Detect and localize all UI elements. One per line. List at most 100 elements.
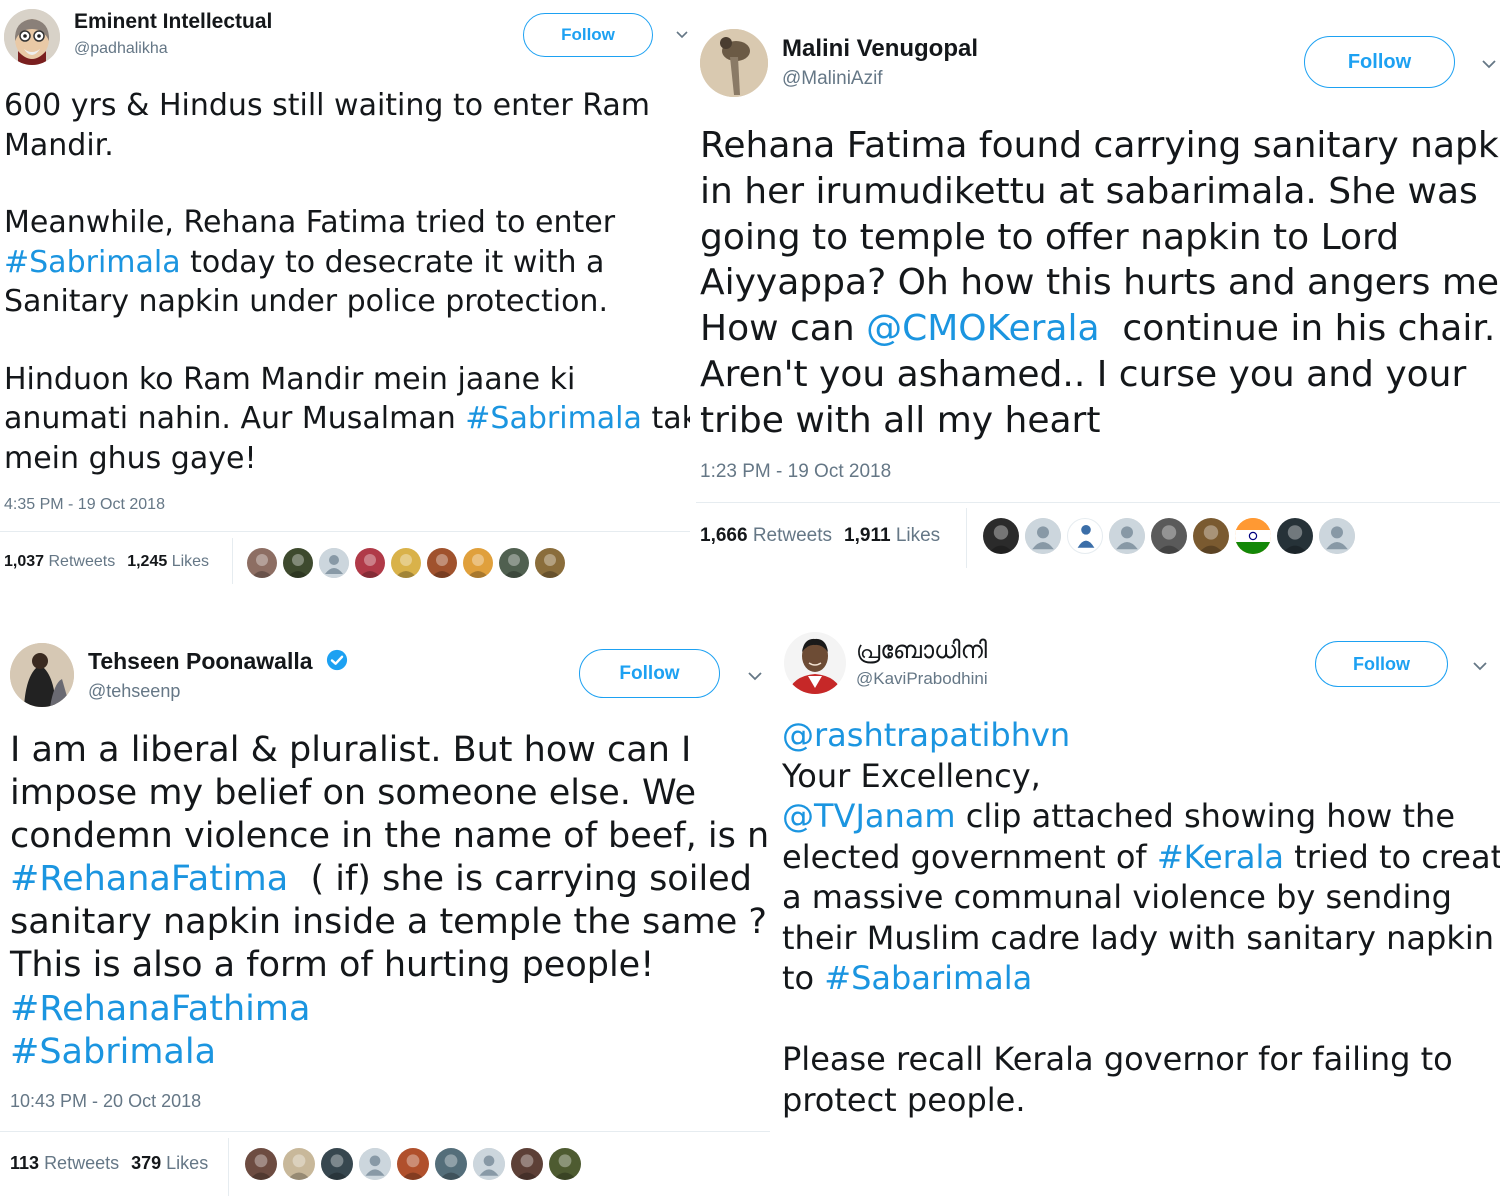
timestamp[interactable]: 1:23 PM - 19 Oct 2018	[700, 461, 891, 483]
text-line: Please recall Kerala governor for failin…	[782, 1039, 1500, 1080]
liker-avatar[interactable]	[321, 1148, 353, 1180]
liker-avatar[interactable]	[1067, 518, 1103, 554]
text-segment: impose my belief on someone else. We	[10, 773, 697, 814]
text-segment: sanitary napkin inside a temple the same…	[10, 902, 767, 943]
likes-label[interactable]: Likes	[896, 525, 940, 547]
avatar[interactable]	[784, 632, 846, 694]
liker-avatar[interactable]	[1277, 518, 1313, 554]
liker-avatar[interactable]	[1193, 518, 1229, 554]
verified-badge-icon[interactable]	[326, 649, 348, 671]
tweet-card-tehseen-poonawalla: Tehseen Poonawalla @tehseenp Follow I am…	[0, 610, 770, 1200]
liker-avatar[interactable]	[391, 548, 421, 578]
liker-avatar[interactable]	[283, 548, 313, 578]
hashtag-link[interactable]: #Sabrimala	[10, 1032, 216, 1072]
timestamp[interactable]: 4:35 PM - 19 Oct 2018	[4, 496, 165, 514]
liker-avatar[interactable]	[1319, 518, 1355, 554]
chevron-down-icon[interactable]	[747, 668, 763, 684]
text-line: impose my belief on someone else. We	[10, 772, 770, 815]
hashtag-link[interactable]: #RehanaFathima	[10, 989, 310, 1029]
liker-avatar[interactable]	[511, 1148, 543, 1180]
text-segment: Aiyyappa? Oh how this hurts and angers m…	[700, 262, 1500, 304]
author-name[interactable]: പ്രബോധിനി	[856, 636, 987, 664]
text-segment: their Muslim cadre lady with sanitary na…	[782, 918, 1495, 957]
text-line: @rashtrapatibhvn	[782, 715, 1500, 756]
text-segment: today to desecrate it with a	[180, 244, 605, 280]
liker-avatar[interactable]	[1109, 518, 1145, 554]
liker-avatar[interactable]	[283, 1148, 315, 1180]
mention-link[interactable]: @CMOKerala	[866, 308, 1099, 349]
text-line: Meanwhile, Rehana Fatima tried to enter	[4, 203, 690, 243]
retweets-count[interactable]: 1,666	[700, 525, 748, 547]
hashtag-link[interactable]: #Kerala	[1157, 838, 1284, 876]
text-segment: going to temple to offer napkin to Lord	[700, 216, 1400, 258]
retweets-label[interactable]: Retweets	[753, 525, 832, 547]
likes-label[interactable]: Likes	[166, 1153, 208, 1174]
liker-avatar[interactable]	[1235, 518, 1271, 554]
follow-button[interactable]: Follow	[1304, 36, 1455, 88]
likes-label[interactable]: Likes	[172, 553, 209, 571]
liker-avatar[interactable]	[473, 1148, 505, 1180]
liker-avatar[interactable]	[245, 1148, 277, 1180]
liker-avatar[interactable]	[535, 548, 565, 578]
text-segment: Hinduon ko Ram Mandir mein jaane ki	[4, 361, 576, 397]
text-segment: tak	[651, 401, 690, 436]
chevron-down-icon[interactable]	[676, 28, 688, 40]
text-segment: tribe with all my heart	[700, 399, 1101, 441]
liker-avatar[interactable]	[435, 1148, 467, 1180]
timestamp[interactable]: 10:43 PM - 20 Oct 2018	[10, 1091, 201, 1112]
likes-count[interactable]: 1,911	[844, 525, 891, 547]
retweets-count[interactable]: 1,037	[4, 553, 44, 571]
likes-count[interactable]: 1,245	[127, 553, 167, 571]
text-segment: mein ghus gaye!	[4, 440, 257, 476]
liker-avatar[interactable]	[319, 548, 349, 578]
chevron-down-icon[interactable]	[1481, 56, 1497, 72]
retweets-label[interactable]: Retweets	[49, 553, 116, 571]
liker-avatar[interactable]	[1151, 518, 1187, 554]
author-handle[interactable]: @tehseenp	[88, 681, 180, 702]
avatar[interactable]	[10, 643, 74, 707]
author-handle[interactable]: @KaviPrabodhini	[856, 669, 988, 689]
text-line: their Muslim cadre lady with sanitary na…	[782, 918, 1500, 959]
hashtag-link[interactable]: #RehanaFatima	[10, 859, 288, 899]
text-line: Rehana Fatima found carrying sanitary na…	[700, 123, 1500, 169]
tweet-text: I am a liberal & pluralist. But how can …	[10, 729, 770, 1074]
author-name[interactable]: Malini Venugopal	[782, 35, 978, 63]
liker-avatar[interactable]	[983, 518, 1019, 554]
text-segment: to	[782, 959, 825, 997]
hashtag-link[interactable]: #Sabrimala	[465, 401, 642, 436]
text-line: mein ghus gaye!	[4, 439, 690, 479]
hashtag-link[interactable]: #Sabrimala	[4, 245, 181, 280]
follow-button[interactable]: Follow	[523, 13, 653, 57]
divider	[696, 502, 1500, 503]
text-segment: 600 yrs & Hindus still waiting to enter …	[4, 88, 650, 123]
author-handle[interactable]: @padhalikha	[74, 40, 168, 58]
retweets-label[interactable]: Retweets	[44, 1153, 119, 1174]
liker-avatar[interactable]	[359, 1148, 391, 1180]
hashtag-link[interactable]: #Sabarimala	[824, 959, 1032, 997]
tweet-text: 600 yrs & Hindus still waiting to enter …	[4, 86, 690, 478]
avatar[interactable]	[700, 29, 768, 97]
mention-link[interactable]: @TVJanam	[782, 797, 956, 835]
follow-button[interactable]: Follow	[1315, 641, 1448, 687]
retweets-count[interactable]: 113	[10, 1153, 39, 1174]
liker-avatar[interactable]	[247, 548, 277, 578]
divider	[232, 538, 233, 584]
author-name[interactable]: Tehseen Poonawalla	[88, 648, 313, 675]
liker-avatar[interactable]	[549, 1148, 581, 1180]
likes-count[interactable]: 379	[131, 1153, 161, 1174]
avatar[interactable]	[4, 9, 60, 65]
liker-avatar[interactable]	[499, 548, 529, 578]
follow-button[interactable]: Follow	[579, 649, 720, 698]
author-handle[interactable]: @MaliniAzif	[782, 68, 883, 90]
liker-avatar[interactable]	[397, 1148, 429, 1180]
chevron-down-icon[interactable]	[1472, 658, 1488, 674]
mention-link[interactable]: @rashtrapatibhvn	[782, 716, 1070, 754]
liker-avatar[interactable]	[427, 548, 457, 578]
text-segment: Please recall Kerala governor for failin…	[782, 1040, 1453, 1078]
text-line: in her irumudikettu at sabarimala. She w…	[700, 169, 1500, 215]
liker-avatar[interactable]	[355, 548, 385, 578]
liker-avatar[interactable]	[463, 548, 493, 578]
liker-avatar[interactable]	[1025, 518, 1061, 554]
author-name[interactable]: Eminent Intellectual	[74, 10, 272, 34]
